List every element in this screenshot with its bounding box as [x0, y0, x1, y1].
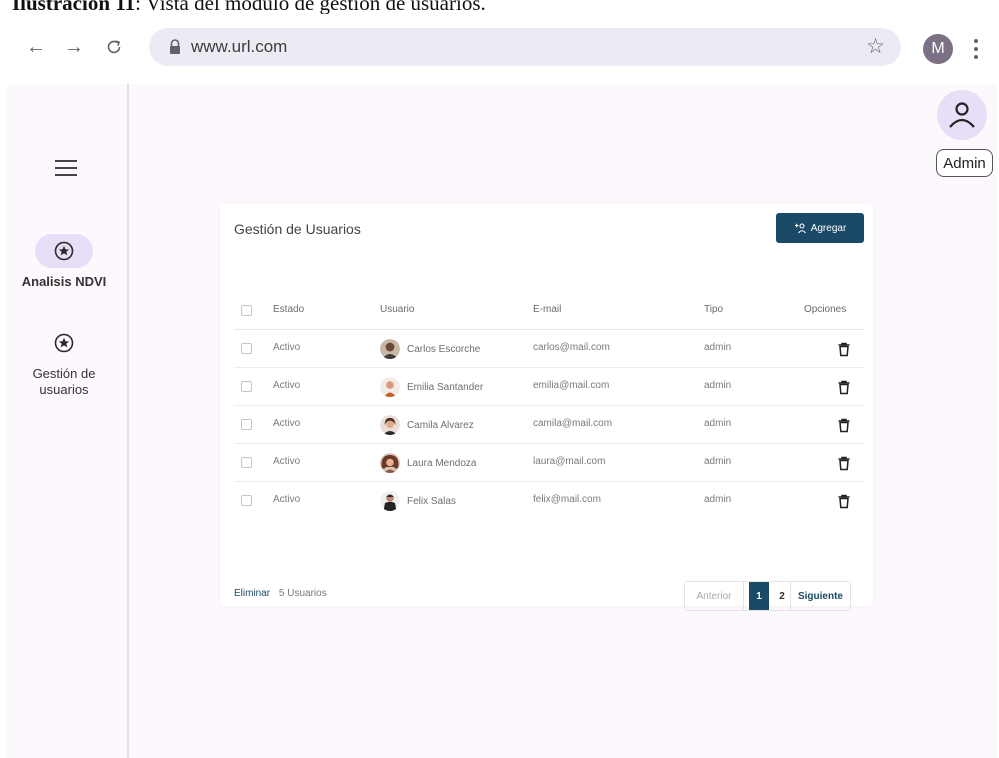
row-checkbox[interactable]	[241, 419, 252, 430]
url-text: www.url.com	[191, 37, 288, 56]
nav-item-indicator	[35, 326, 93, 360]
user-role-badge[interactable]: Admin	[936, 149, 993, 177]
user-management-panel: Gestión de Usuarios Agregar Estado Usuar…	[220, 204, 873, 611]
back-arrow-icon[interactable]: ←	[23, 34, 49, 60]
trash-icon[interactable]	[836, 417, 852, 433]
trash-icon[interactable]	[836, 493, 852, 509]
navigation-rail: Analisis NDVI Gestión de usuarios	[7, 84, 129, 758]
status-cell: Activo	[273, 342, 301, 353]
user-name: Camila Alvarez	[407, 419, 474, 431]
table-footer: Eliminar 5 Usuarios	[234, 588, 327, 599]
user-cell: Felix Salas	[380, 490, 456, 512]
lock-icon	[170, 39, 180, 54]
app-window: ← → www.url.com ☆ M Analisis NDVI Gestió…	[7, 14, 997, 758]
user-name: Carlos Escorche	[407, 343, 481, 355]
table-row: Activo Felix Salas felix@mail.com admin	[234, 482, 864, 520]
nav-item-gestion-usuarios[interactable]: Gestión de usuarios	[14, 326, 114, 398]
status-cell: Activo	[273, 456, 301, 467]
trash-icon[interactable]	[836, 341, 852, 357]
user-avatar-photo	[380, 491, 400, 511]
user-avatar[interactable]	[937, 90, 987, 140]
delete-selected-link[interactable]: Eliminar	[234, 588, 270, 599]
type-cell: admin	[704, 380, 732, 391]
select-all-checkbox[interactable]	[241, 305, 252, 316]
nav-item-label: Analisis NDVI	[21, 274, 107, 289]
row-checkbox[interactable]	[241, 495, 252, 506]
user-avatar-photo	[380, 339, 400, 359]
add-user-label: Agregar	[810, 222, 847, 234]
pagination-page-1[interactable]: 1	[749, 582, 769, 610]
user-cell: Emilia Santander	[380, 376, 483, 398]
panel-title: Gestión de Usuarios	[234, 221, 361, 237]
column-header-estado: Estado	[273, 304, 305, 315]
trash-icon[interactable]	[836, 379, 852, 395]
browser-menu-icon[interactable]	[970, 36, 982, 62]
user-name: Laura Mendoza	[407, 457, 477, 469]
status-cell: Activo	[273, 494, 301, 505]
user-cell: Laura Mendoza	[380, 452, 477, 474]
pagination-page-2[interactable]: 2	[774, 582, 790, 610]
pagination-prev-button[interactable]: Anterior	[685, 582, 744, 610]
user-avatar-photo	[380, 377, 400, 397]
row-checkbox[interactable]	[241, 381, 252, 392]
add-user-button[interactable]: Agregar	[776, 213, 864, 243]
row-checkbox[interactable]	[241, 457, 252, 468]
row-checkbox[interactable]	[241, 343, 252, 354]
type-cell: admin	[704, 418, 732, 429]
star-circle-icon	[54, 333, 74, 353]
reload-icon[interactable]	[101, 34, 127, 60]
browser-toolbar: ← → www.url.com ☆ M	[7, 14, 997, 84]
column-header-email: E-mail	[533, 304, 562, 315]
user-cell: Carlos Escorche	[380, 338, 480, 360]
user-name: Emilia Santander	[407, 381, 484, 393]
type-cell: admin	[704, 342, 732, 353]
address-bar[interactable]: www.url.com ☆	[149, 28, 901, 66]
table-row: Activo Emilia Santander emilia@mail.com …	[234, 368, 864, 406]
bookmark-star-icon[interactable]: ☆	[866, 34, 885, 59]
nav-item-analisis-ndvi[interactable]: Analisis NDVI	[14, 234, 114, 290]
type-cell: admin	[704, 456, 732, 467]
status-cell: Activo	[273, 380, 301, 391]
nav-item-indicator	[35, 234, 93, 268]
forward-arrow-icon[interactable]: →	[61, 34, 87, 60]
table-row: Activo Laura Mendoza laura@mail.com admi…	[234, 444, 864, 482]
column-header-usuario: Usuario	[380, 304, 415, 315]
email-cell: felix@mail.com	[533, 494, 601, 505]
column-header-tipo: Tipo	[704, 304, 724, 315]
user-name: Felix Salas	[407, 495, 456, 507]
star-circle-icon	[54, 241, 74, 261]
type-cell: admin	[704, 494, 732, 505]
table-row: Activo Camila Alvarez camila@mail.com ad…	[234, 406, 864, 444]
caption-text: : Vista del módulo de gestión de usuario…	[135, 0, 486, 15]
column-header-opciones: Opciones	[804, 304, 847, 315]
pagination-next-button[interactable]: Siguiente	[790, 582, 850, 610]
user-count: 5 Usuarios	[278, 588, 327, 599]
browser-profile-avatar[interactable]: M	[923, 34, 953, 64]
pagination: Anterior 1 2 Siguiente	[684, 581, 851, 611]
table-row: Activo Carlos Escorche carlos@mail.com a…	[234, 330, 864, 368]
person-icon	[949, 102, 975, 128]
caption-label: Ilustración 11	[12, 0, 136, 15]
email-cell: laura@mail.com	[533, 456, 606, 467]
email-cell: carlos@mail.com	[533, 342, 610, 353]
user-avatar-photo	[380, 453, 400, 473]
table-header: Estado Usuario E-mail Tipo Opciones	[234, 292, 864, 330]
add-person-icon	[794, 223, 806, 234]
user-cell: Camila Alvarez	[380, 414, 474, 436]
menu-icon[interactable]	[55, 160, 77, 176]
trash-icon[interactable]	[836, 455, 852, 471]
nav-item-label: Gestión de usuarios	[32, 366, 96, 397]
email-cell: camila@mail.com	[533, 418, 613, 429]
email-cell: emilia@mail.com	[533, 380, 610, 391]
user-avatar-photo	[380, 415, 400, 435]
status-cell: Activo	[273, 418, 301, 429]
